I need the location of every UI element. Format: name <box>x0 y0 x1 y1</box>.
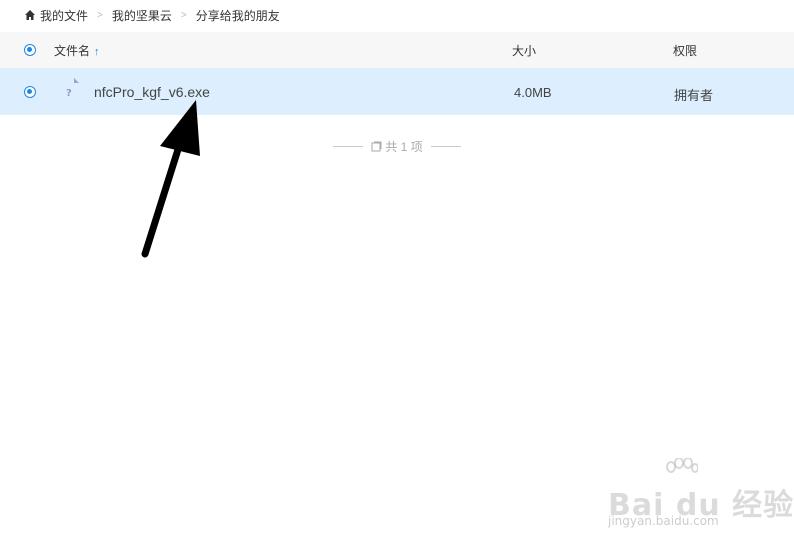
annotation-arrow <box>141 100 200 258</box>
